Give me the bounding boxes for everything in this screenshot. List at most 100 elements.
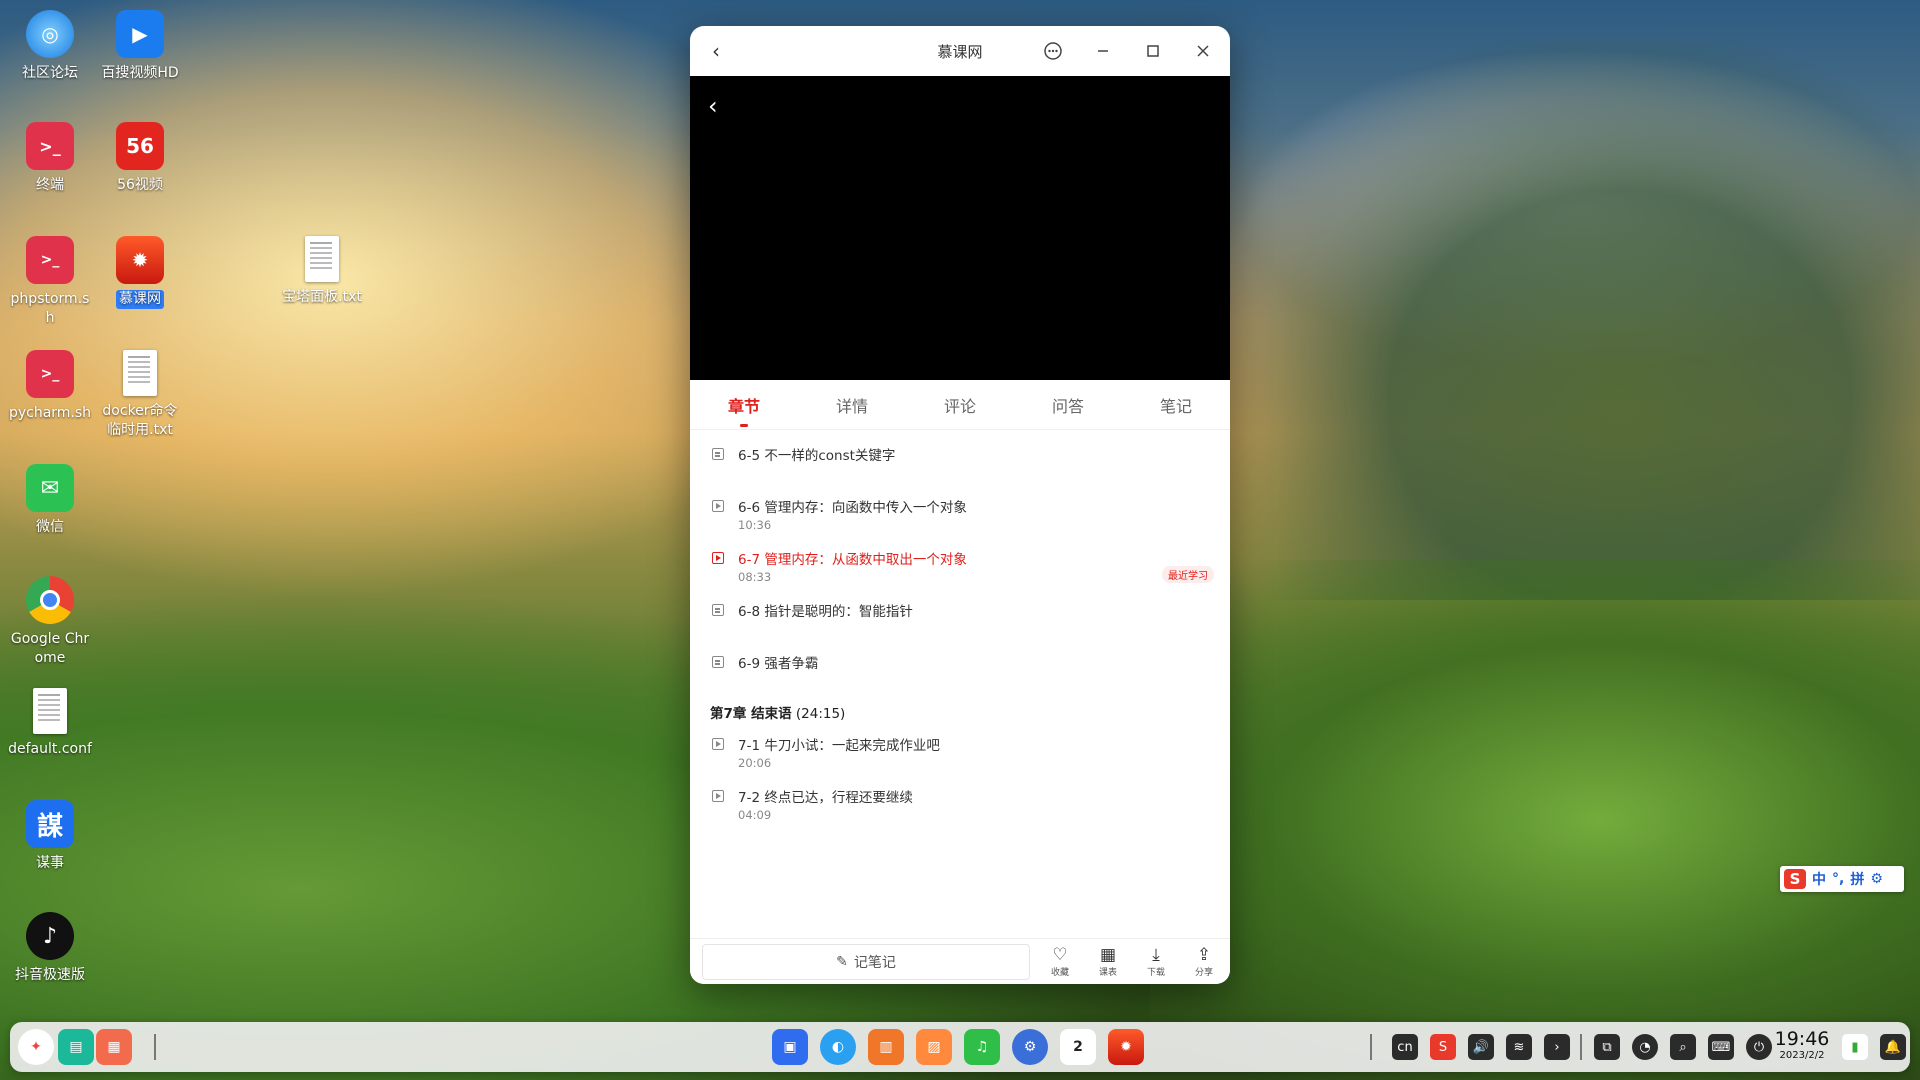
- desktop-icon-56video[interactable]: 56 56视频: [98, 122, 182, 195]
- video-play-icon: ▶: [116, 10, 164, 58]
- close-icon[interactable]: [1190, 38, 1216, 64]
- text-file-icon: [123, 350, 157, 396]
- window-titlebar: ‹ 慕课网: [690, 26, 1230, 76]
- video-icon: [712, 738, 724, 750]
- desktop-icon-wechat[interactable]: ✉ 微信: [8, 464, 92, 537]
- video-back-icon[interactable]: ‹: [708, 92, 718, 120]
- lesson-item[interactable]: 7-2 终点已达，行程还要继续 04:09: [690, 786, 1230, 842]
- video-player[interactable]: ‹: [690, 76, 1230, 380]
- 56-video-icon: 56: [116, 122, 164, 170]
- desktop-icon-baota-txt[interactable]: 宝塔面板.txt: [280, 236, 364, 307]
- ime-layout[interactable]: 拼: [1850, 869, 1864, 889]
- schedule-button[interactable]: ▦ 课表: [1088, 945, 1128, 978]
- desktop-icon-phpstorm[interactable]: >_ phpstorm.sh: [8, 236, 92, 328]
- screenshot-icon[interactable]: ⧉: [1594, 1034, 1620, 1060]
- moushi-icon: 謀: [26, 800, 74, 848]
- power-icon[interactable]: ⏻: [1746, 1034, 1772, 1060]
- desktop-icon-moushi[interactable]: 謀 谋事: [8, 800, 92, 873]
- lesson-item[interactable]: 7-1 牛刀小试：一起来完成作业吧 20:06: [690, 734, 1230, 790]
- sogou-icon: S: [1784, 869, 1806, 889]
- document-icon: [712, 448, 724, 460]
- ime-status-bar[interactable]: S 中 °, 拼 ⚙: [1780, 866, 1904, 892]
- edit-icon: ✎: [836, 954, 848, 970]
- document-icon: [712, 604, 724, 616]
- forum-icon: ◎: [26, 10, 74, 58]
- calendar-icon[interactable]: 2: [1060, 1029, 1096, 1065]
- lesson-item[interactable]: 6-5 不一样的const关键字: [690, 444, 1230, 500]
- desktop-icon-pycharm[interactable]: >_ pycharm.sh: [8, 350, 92, 423]
- download-button[interactable]: ⤓ 下载: [1136, 945, 1176, 978]
- text-file-icon: [33, 688, 67, 734]
- share-button[interactable]: ⇪ 分享: [1184, 945, 1224, 978]
- clock[interactable]: 19:46 2023/2/2: [1772, 1028, 1832, 1062]
- system-monitor-icon[interactable]: ◔: [1632, 1034, 1658, 1060]
- lesson-item[interactable]: 6-9 强者争霸: [690, 652, 1230, 708]
- document-icon: [712, 656, 724, 668]
- chapter-list[interactable]: 6-5 不一样的const关键字 6-6 管理内存：向函数中传入一个对象 10:…: [690, 430, 1230, 944]
- bottom-action-bar: ✎ 记笔记 ♡ 收藏 ▦ 课表 ⤓ 下载 ⇪ 分享: [690, 938, 1230, 984]
- ime-mode[interactable]: 中: [1812, 869, 1826, 889]
- expand-tray-icon[interactable]: ›: [1544, 1034, 1570, 1060]
- wifi-icon[interactable]: ≋: [1506, 1034, 1532, 1060]
- tab-qa[interactable]: 问答: [1014, 393, 1122, 417]
- imooc-taskbar-icon[interactable]: ✹: [1108, 1029, 1144, 1065]
- keyboard-icon[interactable]: ⌨: [1708, 1034, 1734, 1060]
- imooc-flame-icon: ✹: [116, 236, 164, 284]
- imooc-app-window: ‹ 慕课网 ‹ 章节 详情 评论 问答 笔记 6-5 不一样的const关键字 …: [690, 26, 1230, 984]
- image-viewer-icon[interactable]: ▨: [916, 1029, 952, 1065]
- desktop-icon-docker-txt[interactable]: docker命令临时用.txt: [98, 350, 182, 440]
- control-center-icon[interactable]: ⚙: [1012, 1029, 1048, 1065]
- search-icon[interactable]: ⌕: [1670, 1034, 1696, 1060]
- lesson-item[interactable]: 6-6 管理内存：向函数中传入一个对象 10:36: [690, 496, 1230, 552]
- share-icon: ⇪: [1196, 945, 1212, 965]
- language-indicator[interactable]: cn: [1392, 1034, 1418, 1060]
- video-icon: [712, 790, 724, 802]
- tab-chapters[interactable]: 章节: [690, 393, 798, 427]
- multitask-view-icon[interactable]: ▤: [58, 1029, 94, 1065]
- desktop-icon-chrome[interactable]: Google Chrome: [8, 576, 92, 668]
- terminal-icon: >_: [26, 122, 74, 170]
- video-icon: [712, 552, 724, 564]
- desktop-icon-terminal[interactable]: >_ 终端: [8, 122, 92, 195]
- sogou-tray-icon[interactable]: S: [1430, 1034, 1456, 1060]
- desktop-icon-douyin[interactable]: ♪ 抖音极速版: [8, 912, 92, 985]
- app-store-icon[interactable]: ▥: [868, 1029, 904, 1065]
- desktop-icon-baisou-video[interactable]: ▶ 百搜视频HD: [98, 10, 182, 83]
- more-options-icon[interactable]: [1040, 38, 1066, 64]
- workspace-icon[interactable]: ▦: [96, 1029, 132, 1065]
- minimize-icon[interactable]: [1090, 38, 1116, 64]
- maximize-icon[interactable]: [1140, 38, 1166, 64]
- take-note-button[interactable]: ✎ 记笔记: [702, 944, 1030, 980]
- heart-icon: ♡: [1052, 945, 1068, 965]
- browser-icon[interactable]: ◐: [820, 1029, 856, 1065]
- taskbar: ✦ ▤ ▦ ▣ ◐ ▥ ▨ ♫ ⚙ 2 ✹ cn S 🔊 ≋ › ⧉ ◔ ⌕ ⌨…: [10, 1022, 1910, 1072]
- tab-notes[interactable]: 笔记: [1122, 393, 1230, 417]
- script-file-icon: >_: [26, 350, 74, 398]
- desktop-icon-default-conf[interactable]: default.conf: [8, 688, 92, 759]
- chrome-icon: [26, 576, 74, 624]
- script-file-icon: >_: [26, 236, 74, 284]
- course-tabs: 章节 详情 评论 问答 笔记: [690, 380, 1230, 430]
- tab-details[interactable]: 详情: [798, 393, 906, 417]
- lesson-item[interactable]: 6-8 指针是聪明的：智能指针: [690, 600, 1230, 656]
- lesson-item-current[interactable]: 6-7 管理内存：从函数中取出一个对象 08:33 最近学习: [690, 548, 1230, 604]
- desktop-icon-imooc[interactable]: ✹ 慕课网: [98, 236, 182, 309]
- trash-icon[interactable]: ▮: [1842, 1034, 1868, 1060]
- video-icon: [712, 500, 724, 512]
- favorite-button[interactable]: ♡ 收藏: [1040, 945, 1080, 978]
- launcher-icon[interactable]: ✦: [18, 1029, 54, 1065]
- ime-settings-icon[interactable]: ⚙: [1870, 871, 1883, 887]
- music-icon[interactable]: ♫: [964, 1029, 1000, 1065]
- notification-bell-icon[interactable]: 🔔: [1880, 1034, 1906, 1060]
- douyin-icon: ♪: [26, 912, 74, 960]
- wechat-icon: ✉: [26, 464, 74, 512]
- text-file-icon: [305, 236, 339, 282]
- volume-icon[interactable]: 🔊: [1468, 1034, 1494, 1060]
- recent-study-badge: 最近学习: [1162, 566, 1214, 583]
- file-manager-icon[interactable]: ▣: [772, 1029, 808, 1065]
- tab-comments[interactable]: 评论: [906, 393, 1014, 417]
- ime-punct[interactable]: °,: [1832, 871, 1844, 887]
- calendar-add-icon: ▦: [1099, 945, 1117, 965]
- download-icon: ⤓: [1152, 945, 1160, 965]
- desktop-icon-forum[interactable]: ◎ 社区论坛: [8, 10, 92, 83]
